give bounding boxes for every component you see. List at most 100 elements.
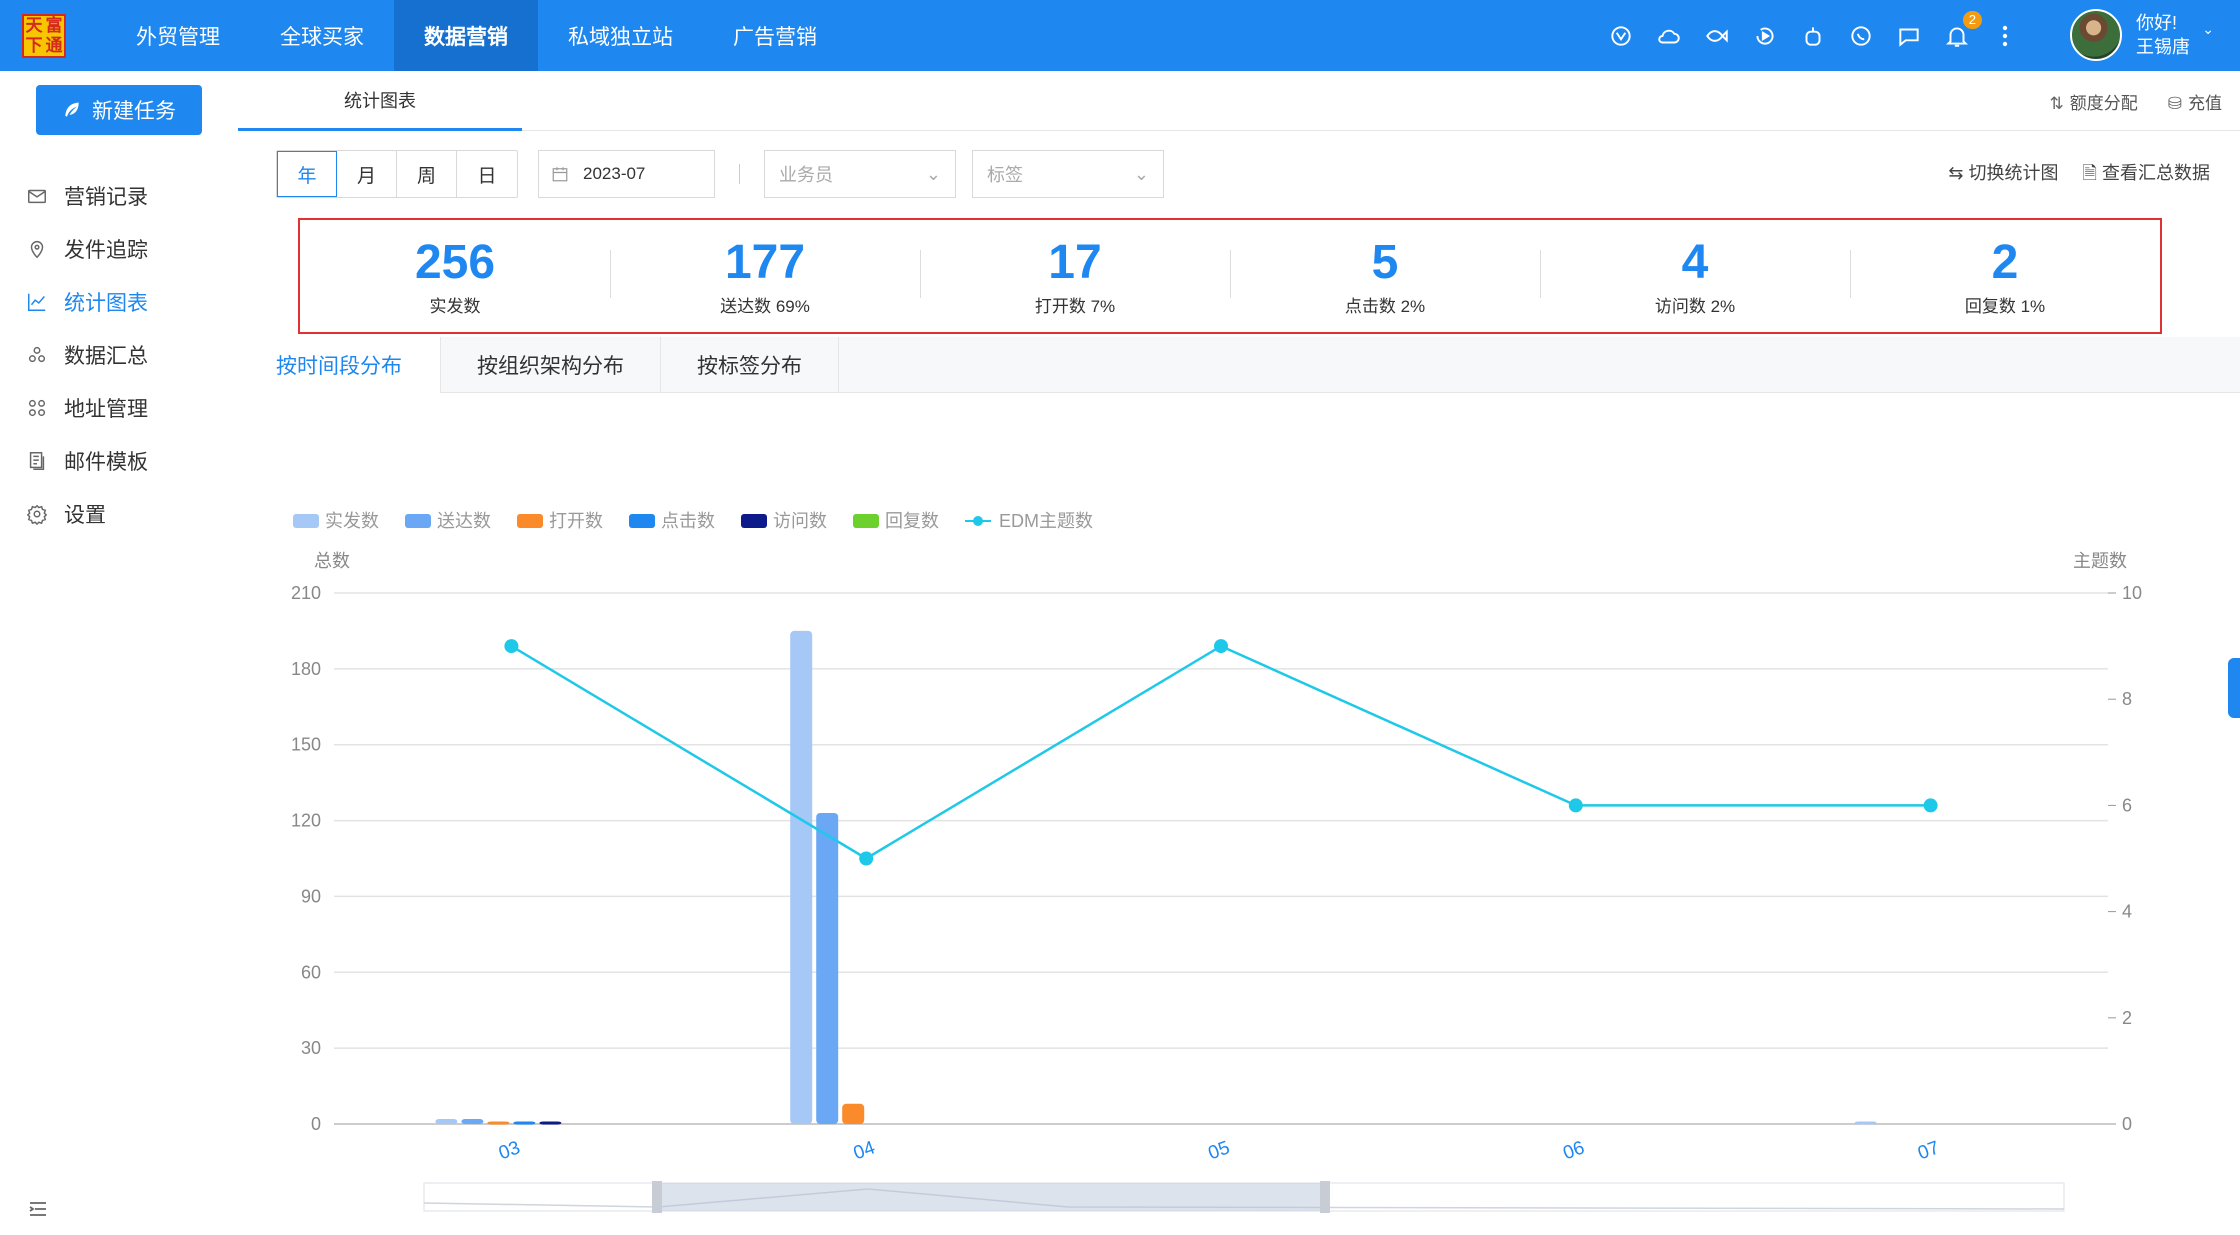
- kpi-label: 打开数 7%: [1034, 296, 1116, 316]
- zoom-handle-right: [1320, 1181, 1330, 1213]
- fish-icon[interactable]: [1702, 21, 1732, 51]
- salesperson-select[interactable]: 业务员 ⌄: [764, 150, 956, 198]
- y-right-tick-label: 0: [2122, 1114, 2132, 1134]
- location-pin-icon: [30, 241, 44, 259]
- recharge-link[interactable]: ⛁ 充值: [2168, 89, 2222, 114]
- filter-bar: 年月周日 2023-07 业务员 ⌄ 标签 ⌄: [276, 150, 1164, 198]
- menu-collapse-icon[interactable]: [26, 1197, 50, 1221]
- month-picker[interactable]: 2023-07: [538, 150, 715, 198]
- x-tick-label: 06: [1560, 1137, 1587, 1164]
- nav-item-1[interactable]: 全球买家: [250, 0, 394, 71]
- switch-chart-label: 切换统计图: [1968, 163, 2059, 183]
- kpi-label: 回复数 1%: [1964, 296, 2046, 316]
- quota-label: 额度分配: [2069, 94, 2138, 113]
- sidebar-item-label: 地址管理: [64, 398, 148, 421]
- sort-arrows-icon: ⇅: [2049, 94, 2064, 113]
- kpi-label: 送达数 69%: [720, 296, 810, 316]
- kpi-card: 4 访问数 2%: [1540, 220, 1850, 332]
- whatsapp-icon[interactable]: [1846, 21, 1876, 51]
- sidebar-item-6[interactable]: 设置: [0, 487, 238, 541]
- kpi-label: 实发数: [429, 296, 481, 316]
- sidebar-item-0[interactable]: 营销记录: [0, 169, 238, 223]
- kpi-value: 177: [724, 235, 806, 289]
- bar: [1854, 1121, 1877, 1125]
- period-option-0[interactable]: 年: [277, 151, 337, 197]
- ai-icon[interactable]: [1606, 21, 1636, 51]
- tag-placeholder: 标签: [987, 165, 1023, 185]
- period-option-1[interactable]: 月: [337, 151, 397, 197]
- nav-item-0[interactable]: 外贸管理: [106, 0, 250, 71]
- edm-point: [504, 639, 519, 654]
- y-tick-label: 0: [311, 1114, 321, 1134]
- side-panel-toggle[interactable]: [2228, 658, 2240, 718]
- sidebar-item-3[interactable]: 数据汇总: [0, 328, 238, 382]
- quota-allocation-link[interactable]: ⇅ 额度分配: [2050, 89, 2138, 114]
- distribution-tabs: 按时间段分布 按组织架构分布 按标签分布: [238, 337, 2240, 393]
- subtab-0[interactable]: 按时间段分布: [238, 337, 441, 393]
- legend-swatch: [853, 514, 879, 528]
- y-tick-label: 210: [291, 583, 321, 603]
- sidebar: 新建任务 营销记录发件追踪统计图表 数据汇总地址管理邮件模板 设置: [0, 71, 238, 1235]
- bar: [513, 1121, 536, 1125]
- line-chart-icon: [28, 293, 46, 311]
- legend-swatch: [517, 514, 543, 528]
- subtab-2[interactable]: 按标签分布: [661, 337, 839, 393]
- nav-item-4[interactable]: 广告营销: [703, 0, 847, 71]
- recharge-label: 充值: [2188, 94, 2222, 113]
- notification-badge: 2: [1962, 10, 1982, 29]
- edm-point: [1923, 798, 1938, 813]
- new-task-label: 新建任务: [92, 100, 176, 123]
- divider: [739, 164, 740, 184]
- y-right-tick-label: 8: [2122, 689, 2132, 709]
- zoom-selected-range: [658, 1183, 1324, 1211]
- main-content: 统计图表 ⇅ 额度分配 ⛁ 充值 年月周日 2023-07 业务员 ⌄ 标签 ⌄ ⇆…: [238, 71, 2240, 1235]
- legend-label: 访问数: [773, 511, 827, 531]
- y-right-tick-label: 2: [2122, 1008, 2132, 1028]
- brand-logo[interactable]: 天 富 下 通: [22, 13, 66, 58]
- avatar[interactable]: [2070, 9, 2122, 61]
- y-tick-label: 90: [301, 886, 321, 906]
- period-option-2[interactable]: 周: [397, 151, 457, 197]
- sidebar-item-5[interactable]: 邮件模板: [0, 434, 238, 488]
- mail-icon: [28, 189, 46, 204]
- switch-chart-button[interactable]: ⇆ 切换统计图: [1948, 159, 2058, 191]
- y-tick-label: 60: [301, 962, 321, 982]
- user-menu[interactable]: 你好! 王锡唐 ⌄: [2070, 9, 2214, 61]
- sidebar-item-2[interactable]: 统计图表: [0, 275, 238, 329]
- edm-point: [859, 851, 874, 866]
- refresh-play-icon[interactable]: [1750, 21, 1780, 51]
- view-summary-button[interactable]: 🗎 查看汇总数据: [2083, 159, 2210, 191]
- y-right-tick-label: 10: [2122, 583, 2142, 603]
- bar: [790, 630, 813, 1124]
- legend-label: 送达数: [437, 511, 491, 531]
- nav-item-3[interactable]: 私域独立站: [538, 0, 703, 71]
- cloud-icon[interactable]: [1654, 21, 1684, 51]
- chat-icon[interactable]: [1894, 21, 1924, 51]
- period-option-3[interactable]: 日: [457, 151, 517, 197]
- sidebar-item-label: 发件追踪: [64, 239, 148, 262]
- edm-line: [510, 644, 1931, 860]
- bell-icon[interactable]: 2: [1942, 10, 1982, 51]
- calendar-icon: [552, 167, 568, 182]
- subtab-1[interactable]: 按组织架构分布: [441, 337, 661, 393]
- tab-statistics[interactable]: 统计图表: [238, 71, 522, 131]
- nav-item-2[interactable]: 数据营销: [394, 0, 538, 71]
- kpi-label: 点击数 2%: [1344, 296, 1426, 316]
- main-nav: 外贸管理 全球买家 数据营销 私域独立站 广告营销: [106, 0, 847, 71]
- robot-icon[interactable]: [1798, 21, 1828, 51]
- chevron-down-icon[interactable]: ⌄: [2202, 21, 2214, 38]
- x-tick-label: 03: [496, 1137, 523, 1164]
- logo-char: 下: [25, 35, 43, 55]
- new-task-button[interactable]: 新建任务: [36, 85, 202, 135]
- more-vertical-icon[interactable]: [1990, 21, 2020, 51]
- sidebar-item-1[interactable]: 发件追踪: [0, 222, 238, 276]
- chevron-down-icon: ⌄: [925, 163, 941, 184]
- tag-select[interactable]: 标签 ⌄: [972, 150, 1164, 198]
- bar: [816, 812, 839, 1124]
- kpi-label: 访问数 2%: [1654, 296, 1736, 316]
- y-axis-right-title: 主题数: [2073, 551, 2127, 571]
- sidebar-item-4[interactable]: 地址管理: [0, 381, 238, 435]
- edm-point: [1214, 639, 1228, 654]
- legend-label: 实发数: [325, 511, 379, 531]
- month-value: 2023-07: [583, 164, 646, 183]
